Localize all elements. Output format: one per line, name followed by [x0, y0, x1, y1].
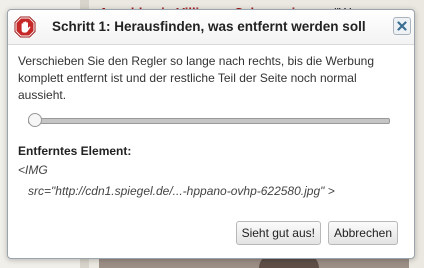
dialog-title: Schritt 1: Herausfinden, was entfernt we…	[52, 19, 366, 34]
stop-hand-icon	[14, 16, 36, 38]
removed-element-code: <IMG src="http://cdn1.spiegel.de/...-hpp…	[18, 162, 404, 200]
removed-element-heading: Entferntes Element:	[18, 144, 132, 158]
slider-thumb[interactable]	[28, 113, 42, 127]
instruction-text: Verschieben Sie den Regler so lange nach…	[18, 54, 374, 102]
slider-track[interactable]	[28, 118, 390, 124]
removal-level-slider[interactable]	[28, 112, 390, 130]
cancel-button[interactable]: Abbrechen	[327, 221, 398, 245]
close-icon	[397, 21, 407, 31]
element-code-line-1: <IMG	[18, 163, 48, 177]
dialog-buttons: Sieht gut aus! Abbrechen	[235, 221, 398, 245]
dialog-titlebar: Schritt 1: Herausfinden, was entfernt we…	[8, 10, 414, 45]
close-button[interactable]	[393, 17, 411, 35]
confirm-button[interactable]: Sieht gut aus!	[235, 221, 321, 245]
adblock-wizard-dialog: Schritt 1: Herausfinden, was entfernt we…	[7, 9, 415, 259]
element-code-line-2: src="http://cdn1.spiegel.de/...-hppano-o…	[28, 184, 335, 198]
dialog-content: Verschieben Sie den Regler so lange nach…	[18, 53, 404, 200]
